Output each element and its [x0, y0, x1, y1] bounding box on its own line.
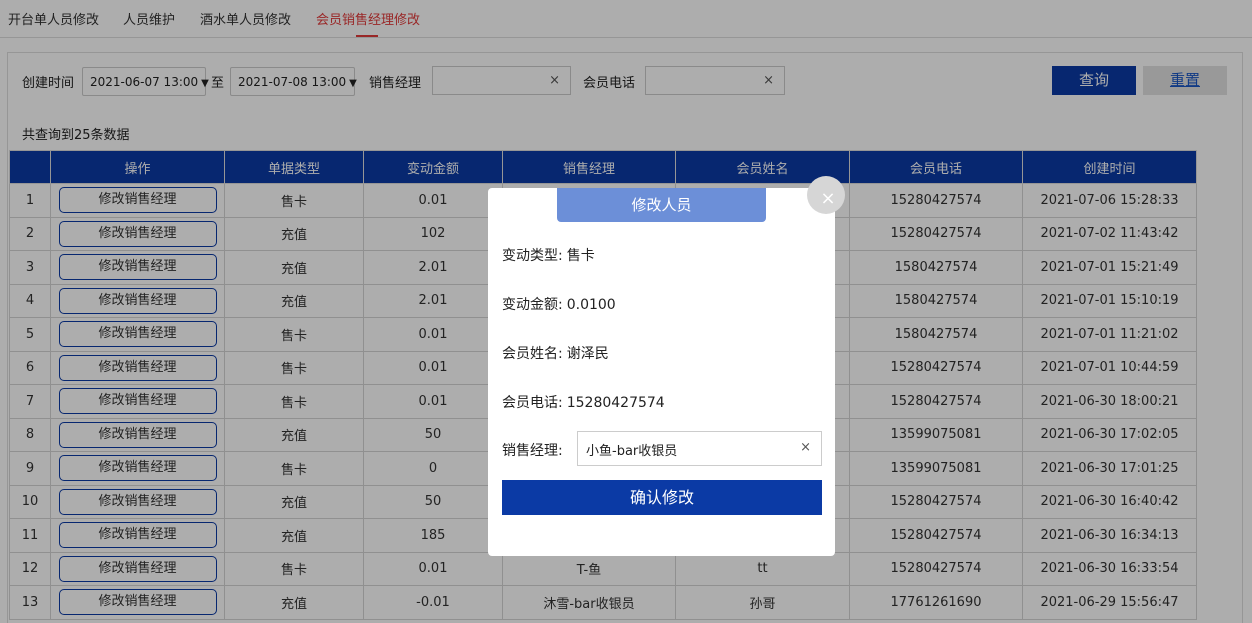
- member-name-value: 谢泽民: [566, 346, 609, 362]
- change-type-value: 售卡: [566, 248, 595, 264]
- sales-manager-modal-label: 销售经理:: [502, 443, 563, 459]
- change-amount-value: 0.0100: [566, 297, 616, 313]
- sales-manager-modal-input[interactable]: 小鱼-bar收银员 ×: [577, 431, 822, 466]
- member-phone-label: 会员电话:: [502, 395, 563, 411]
- sales-manager-modal-value: 小鱼-bar收银员: [586, 444, 678, 459]
- change-amount-label: 变动金额:: [502, 297, 563, 313]
- modal-title: 修改人员: [557, 188, 766, 222]
- edit-staff-modal: 修改人员 变动类型: 售卡 变动金额: 0.0100 会员姓名: 谢泽民 会员电话: 1…: [488, 188, 835, 556]
- confirm-edit-button[interactable]: 确认修改: [502, 480, 822, 515]
- change-amount-row: 变动金额: 0.0100: [502, 294, 616, 314]
- member-name-label: 会员姓名:: [502, 346, 563, 362]
- change-type-label: 变动类型:: [502, 248, 563, 264]
- member-name-row: 会员姓名: 谢泽民: [502, 343, 609, 363]
- member-phone-row: 会员电话: 15280427574: [502, 392, 665, 412]
- clear-icon[interactable]: ×: [800, 440, 811, 455]
- member-phone-value: 15280427574: [566, 395, 665, 411]
- close-icon[interactable]: ×: [807, 176, 845, 214]
- change-type-row: 变动类型: 售卡: [502, 245, 595, 265]
